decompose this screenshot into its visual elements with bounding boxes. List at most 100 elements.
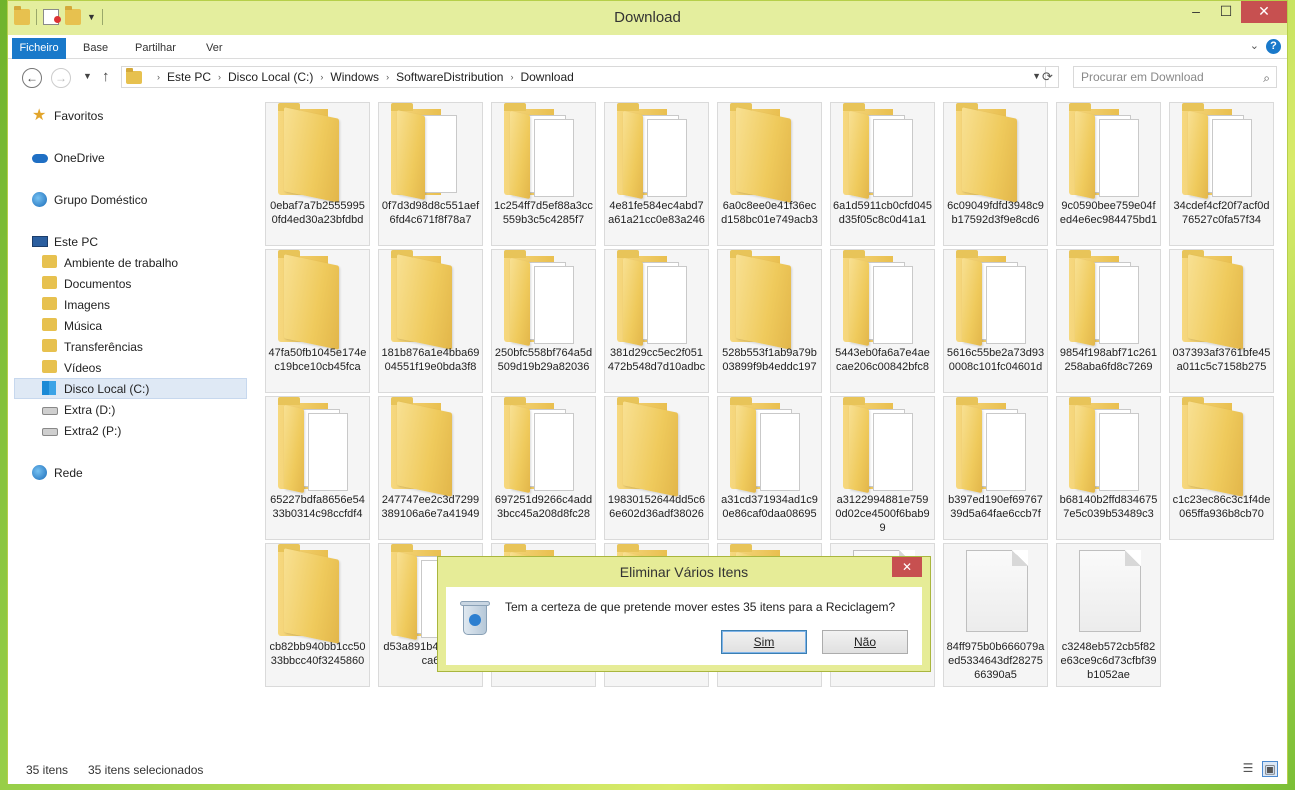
folder-icon [391,103,471,200]
folder-item[interactable]: 6a0c8ee0e41f36ecd158bc01e749acb3 [717,102,822,246]
sidebar-item-documents[interactable]: Documentos [42,273,131,294]
sidebar-item-network[interactable]: Rede [32,462,83,483]
folder-icon [391,397,471,497]
folder-item[interactable]: 0f7d3d98d8c551aef6fd4c671f8f78a7 [378,102,483,246]
search-input[interactable]: Procurar em Download ⌕ [1073,66,1277,88]
yes-button[interactable]: Sim [721,630,807,654]
folder-item[interactable]: 247747ee2c3d7299389106a6e7a41949 [378,396,483,540]
folder-item[interactable]: 9c0590bee759e04fed4e6ec984475bd1 [1056,102,1161,246]
item-name: c3248eb572cb5f82e63ce9c6d73cfbf39b1052ae [1060,641,1157,681]
folder-item[interactable]: 250bfc558bf764a5d509d19b29a82036 [491,249,596,393]
sidebar-item-extra2-p[interactable]: Extra2 (P:) [42,420,121,441]
drive-icon [42,423,58,439]
item-name: 65227bdfa8656e5433b0314c98ccfdf4 [270,494,365,520]
item-name: cb82bb940bb1cc5033bbcc40f3245860 [269,641,366,667]
close-button[interactable]: ✕ [1241,1,1287,23]
breadcrumb-local-disk[interactable]: Disco Local (C:) [228,70,313,84]
breadcrumb-download[interactable]: Download [520,70,573,84]
tab-view[interactable]: Ver [206,38,223,59]
folder-item[interactable]: c1c23ec86c3c1f4de065ffa936b8cb70 [1169,396,1274,540]
sidebar-item-this-pc[interactable]: Este PC [32,231,98,252]
recent-locations-icon[interactable]: ▼ [83,71,92,81]
folder-icon [1069,250,1149,347]
sidebar-item-pictures[interactable]: Imagens [42,294,110,315]
refresh-button[interactable]: ⟳ [1037,66,1059,88]
folder-item[interactable]: 528b553f1ab9a79b03899f9b4eddc197 [717,249,822,393]
folder-icon [730,103,810,203]
back-button[interactable]: ← [22,68,42,88]
folder-item[interactable]: a31cd371934ad1c90e86caf0daa08695 [717,396,822,540]
item-name: 5443eb0fa6a7e4aecae206c00842bfc8 [835,347,930,373]
item-name: 6a1d5911cb0cfd045d35f05c8c0d41a1 [833,200,932,226]
sidebar-item-extra-d[interactable]: Extra (D:) [42,399,115,420]
details-view-icon[interactable]: ☰ [1240,761,1256,777]
item-name: 9854f198abf71c261258aba6fd8c7269 [1059,347,1158,373]
large-icons-view-icon[interactable]: ▣ [1262,761,1278,777]
folder-icon [504,103,584,200]
star-icon: ★ [32,106,47,124]
item-name: 697251d9266c4add3bcc45a208d8fc28 [494,494,593,520]
folder-item[interactable]: 34cdef4cf20f7acf0d76527c0fa57f34 [1169,102,1274,246]
sidebar-item-homegroup[interactable]: Grupo Doméstico [32,189,147,210]
expand-ribbon-icon[interactable]: ⌄ [1250,39,1259,52]
up-button[interactable]: ↑ [102,68,110,85]
tab-share[interactable]: Partilhar [135,38,176,59]
folder-item[interactable]: 181b876a1e4bba6904551f19e0bda3f8 [378,249,483,393]
navigation-pane: ★ Favoritos OneDrive Grupo Doméstico Est… [8,95,248,755]
videos-folder-icon [42,359,58,376]
recycle-bin-icon [460,599,490,635]
folder-item[interactable]: b68140b2ffd8346757e5c039b53489c3 [1056,396,1161,540]
folder-item[interactable]: 037393af3761bfe45a011c5c7158b275 [1169,249,1274,393]
dialog-close-button[interactable]: ✕ [892,557,922,577]
item-name: 037393af3761bfe45a011c5c7158b275 [1172,347,1271,373]
folder-item[interactable]: 9854f198abf71c261258aba6fd8c7269 [1056,249,1161,393]
search-icon: ⌕ [1263,71,1270,85]
tab-home[interactable]: Base [83,38,108,59]
minimize-button[interactable]: – [1181,1,1211,23]
sidebar-item-music[interactable]: Música [42,315,102,336]
item-name: 0f7d3d98d8c551aef6fd4c671f8f78a7 [381,200,480,226]
drive-icon [42,402,58,418]
folder-icon [1182,103,1262,200]
tab-file[interactable]: Ficheiro [12,38,66,59]
sidebar-item-onedrive[interactable]: OneDrive [32,147,105,168]
file-item[interactable]: 84ff975b0b666079aed5334643df2827566390a5 [943,543,1048,687]
sidebar-item-videos[interactable]: Vídeos [42,357,101,378]
item-count: 35 itens [26,763,69,777]
folder-item[interactable]: a3122994881e759 0d02ce4500f6bab99 [830,396,935,540]
folder-icon [1182,250,1262,350]
breadcrumb-windows[interactable]: Windows [330,70,379,84]
folder-item[interactable]: 5443eb0fa6a7e4aecae206c00842bfc8 [830,249,935,393]
folder-item[interactable]: 6a1d5911cb0cfd045d35f05c8c0d41a1 [830,102,935,246]
sidebar-item-favorites[interactable]: ★ Favoritos [32,105,103,126]
breadcrumb-softwaredistribution[interactable]: SoftwareDistribution [396,70,503,84]
sidebar-item-desktop[interactable]: Ambiente de trabalho [42,252,178,273]
folder-item[interactable]: 5616c55be2a73d930008c101fc04601d [943,249,1048,393]
folder-item[interactable]: 47fa50fb1045e174ec19bce10cb45fca [265,249,370,393]
help-icon[interactable]: ? [1266,39,1281,54]
folder-item[interactable]: b397ed190ef6976739d5a64fae6ccb7f [943,396,1048,540]
homegroup-icon [32,191,48,208]
folder-item[interactable]: 381d29cc5ec2f051472b548d7d10adbc [604,249,709,393]
file-item[interactable]: c3248eb572cb5f82e63ce9c6d73cfbf39b1052ae [1056,543,1161,687]
computer-icon [32,234,48,250]
folder-item[interactable]: 697251d9266c4add3bcc45a208d8fc28 [491,396,596,540]
forward-button[interactable]: → [51,68,71,88]
item-name: 34cdef4cf20f7acf0d76527c0fa57f34 [1173,200,1270,226]
folder-item[interactable]: 4e81fe584ec4abd7a61a21cc0e83a246 [604,102,709,246]
folder-item[interactable]: 1c254ff7d5ef88a3cc559b3c5c4285f7 [491,102,596,246]
folder-icon [956,103,1036,203]
maximize-button[interactable]: ☐ [1211,1,1241,23]
folder-item[interactable]: 0ebaf7a7b25559950fd4ed30a23bfdbd [265,102,370,246]
address-bar[interactable]: › Este PC › Disco Local (C:) › Windows ›… [121,66,1046,88]
sidebar-item-local-disk[interactable]: Disco Local (C:) [14,378,247,399]
sidebar-item-downloads[interactable]: Transferências [42,336,143,357]
folder-item[interactable]: 6c09049fdfd3948c9b17592d3f9e8cd6 [943,102,1048,246]
folder-item[interactable]: 19830152644dd5c66e602d36adf38026 [604,396,709,540]
folder-item[interactable]: 65227bdfa8656e5433b0314c98ccfdf4 [265,396,370,540]
item-name: a31cd371934ad1c90e86caf0daa08695 [721,494,818,520]
item-name: 381d29cc5ec2f051472b548d7d10adbc [607,347,706,373]
no-button[interactable]: Não [822,630,908,654]
breadcrumb-this-pc[interactable]: Este PC [167,70,211,84]
folder-item[interactable]: cb82bb940bb1cc5033bbcc40f3245860 [265,543,370,687]
